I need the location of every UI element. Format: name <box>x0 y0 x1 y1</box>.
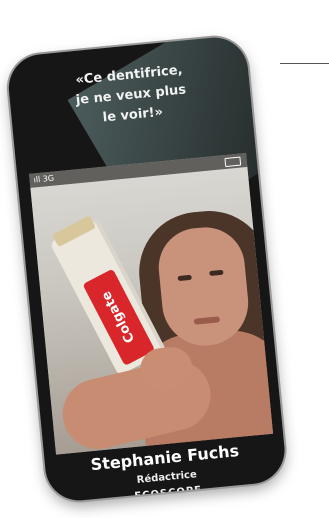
signal-icon: ıll 3G <box>33 173 55 185</box>
phone-frame: «Ce dentifrice, je ne veux plus le voir!… <box>5 34 288 504</box>
quote-text: «Ce dentifrice, je ne veux plus le voir!… <box>74 62 187 126</box>
battery-icon <box>224 156 242 168</box>
phone-illustration: «Ce dentifrice, je ne veux plus le voir!… <box>0 0 329 518</box>
phone-screen: Colgate ıll 3G <box>29 152 274 455</box>
